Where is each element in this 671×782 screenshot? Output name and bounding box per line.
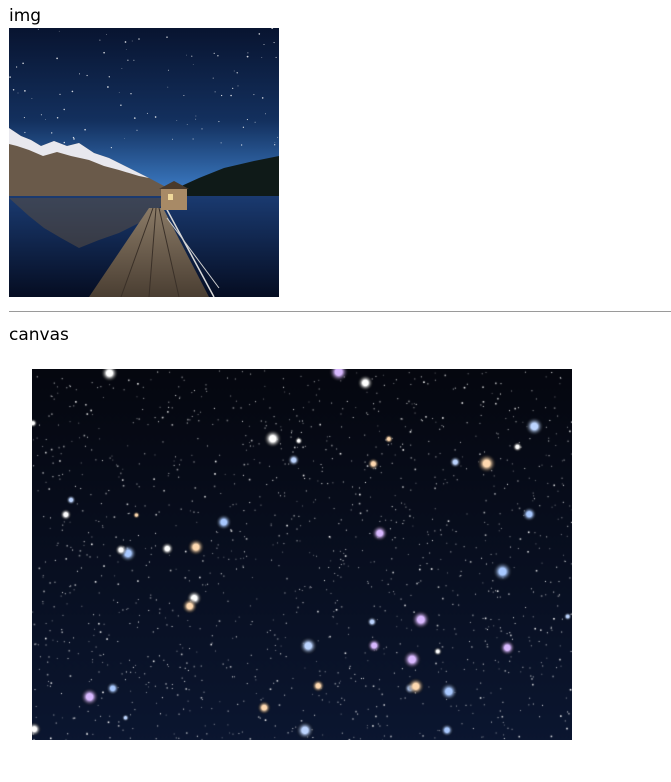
lake-pier-photo [9, 28, 279, 297]
starfield-canvas [32, 369, 572, 740]
img-section-label: img [9, 6, 42, 26]
canvas-section-label: canvas [9, 325, 69, 345]
section-divider [9, 311, 671, 312]
